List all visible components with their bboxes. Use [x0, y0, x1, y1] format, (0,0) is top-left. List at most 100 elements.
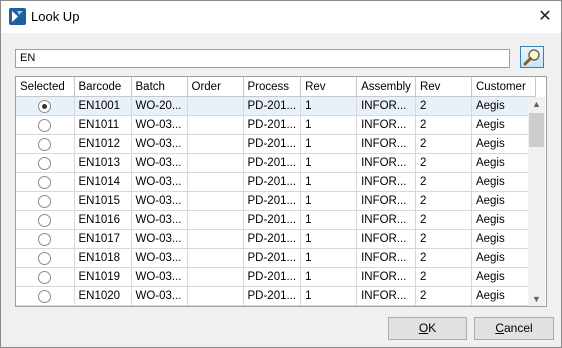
batch-cell[interactable]: WO-03...	[131, 267, 188, 287]
customer-cell[interactable]: Aegis	[471, 248, 536, 268]
column-header-process[interactable]: Process	[243, 77, 302, 97]
batch-cell[interactable]: WO-03...	[131, 286, 188, 306]
selected-cell[interactable]	[16, 134, 75, 154]
process-cell[interactable]: PD-201...	[243, 267, 302, 287]
select-radio[interactable]	[38, 289, 52, 303]
assembly-rev-cell[interactable]: 2	[415, 191, 472, 211]
barcode-cell[interactable]: EN1016	[74, 210, 132, 230]
process-cell[interactable]: PD-201...	[243, 115, 302, 135]
select-radio[interactable]	[38, 137, 52, 151]
assembly-cell[interactable]: INFOR...	[356, 115, 416, 135]
process-cell[interactable]: PD-201...	[243, 153, 302, 173]
assembly-cell[interactable]: INFOR...	[356, 210, 416, 230]
table-row[interactable]: EN1016 WO-03... PD-201... 1 INFOR... 2 Aegis	[16, 210, 536, 230]
rev-cell[interactable]: 1	[300, 134, 358, 154]
order-cell[interactable]	[187, 267, 244, 287]
batch-cell[interactable]: WO-03...	[131, 248, 188, 268]
selected-cell[interactable]	[16, 248, 75, 268]
rev-cell[interactable]: 1	[300, 229, 358, 249]
selected-cell[interactable]	[16, 153, 75, 173]
customer-cell[interactable]: Aegis	[471, 115, 536, 135]
process-cell[interactable]: PD-201...	[243, 191, 302, 211]
batch-cell[interactable]: WO-03...	[131, 191, 188, 211]
batch-cell[interactable]: WO-20...	[131, 96, 188, 116]
order-cell[interactable]	[187, 96, 244, 116]
column-header-order[interactable]: Order	[187, 77, 244, 97]
customer-cell[interactable]: Aegis	[471, 134, 536, 154]
assembly-rev-cell[interactable]: 2	[415, 267, 472, 287]
process-cell[interactable]: PD-201...	[243, 96, 302, 116]
customer-cell[interactable]: Aegis	[471, 191, 536, 211]
order-cell[interactable]	[187, 191, 244, 211]
assembly-rev-cell[interactable]: 2	[415, 286, 472, 306]
rev-cell[interactable]: 1	[300, 210, 358, 230]
scroll-up-icon[interactable]: ▲	[528, 97, 545, 111]
rev-cell[interactable]: 1	[300, 191, 358, 211]
process-cell[interactable]: PD-201...	[243, 134, 302, 154]
assembly-cell[interactable]: INFOR...	[356, 96, 416, 116]
barcode-cell[interactable]: EN1013	[74, 153, 132, 173]
assembly-cell[interactable]: INFOR...	[356, 267, 416, 287]
customer-cell[interactable]: Aegis	[471, 96, 536, 116]
column-header-assembly[interactable]: Assembly	[356, 77, 416, 97]
barcode-cell[interactable]: EN1014	[74, 172, 132, 192]
assembly-cell[interactable]: INFOR...	[356, 153, 416, 173]
search-input[interactable]: EN	[15, 49, 510, 68]
select-radio[interactable]	[38, 194, 52, 208]
selected-cell[interactable]	[16, 286, 75, 306]
rev-cell[interactable]: 1	[300, 267, 358, 287]
order-cell[interactable]	[187, 229, 244, 249]
selected-cell[interactable]	[16, 229, 75, 249]
customer-cell[interactable]: Aegis	[471, 229, 536, 249]
barcode-cell[interactable]: EN1019	[74, 267, 132, 287]
assembly-rev-cell[interactable]: 2	[415, 172, 472, 192]
order-cell[interactable]	[187, 153, 244, 173]
column-header-selected[interactable]: Selected	[16, 77, 75, 97]
barcode-cell[interactable]: EN1018	[74, 248, 132, 268]
table-row[interactable]: EN1020 WO-03... PD-201... 1 INFOR... 2 Aegis	[16, 286, 536, 306]
assembly-rev-cell[interactable]: 2	[415, 229, 472, 249]
order-cell[interactable]	[187, 248, 244, 268]
batch-cell[interactable]: WO-03...	[131, 134, 188, 154]
column-header-assembly-rev[interactable]: Rev	[415, 77, 472, 97]
customer-cell[interactable]: Aegis	[471, 172, 536, 192]
rev-cell[interactable]: 1	[300, 172, 358, 192]
cancel-button[interactable]: Cancel	[474, 317, 554, 340]
barcode-cell[interactable]: EN1012	[74, 134, 132, 154]
table-row[interactable]: EN1019 WO-03... PD-201... 1 INFOR... 2 Aegis	[16, 267, 536, 287]
select-radio[interactable]	[38, 156, 52, 170]
ok-button[interactable]: OK	[388, 317, 467, 340]
order-cell[interactable]	[187, 286, 244, 306]
rev-cell[interactable]: 1	[300, 286, 358, 306]
close-icon[interactable]: ✕	[533, 5, 557, 29]
customer-cell[interactable]: Aegis	[471, 153, 536, 173]
table-row[interactable]: EN1011 WO-03... PD-201... 1 INFOR... 2 Aegis	[16, 115, 536, 135]
scroll-thumb[interactable]	[529, 113, 544, 147]
rev-cell[interactable]: 1	[300, 248, 358, 268]
select-radio[interactable]	[38, 232, 52, 246]
order-cell[interactable]	[187, 134, 244, 154]
select-radio[interactable]	[38, 175, 52, 189]
scroll-down-icon[interactable]: ▼	[528, 292, 545, 306]
batch-cell[interactable]: WO-03...	[131, 153, 188, 173]
process-cell[interactable]: PD-201...	[243, 172, 302, 192]
order-cell[interactable]	[187, 172, 244, 192]
process-cell[interactable]: PD-201...	[243, 229, 302, 249]
customer-cell[interactable]: Aegis	[471, 267, 536, 287]
column-header-barcode[interactable]: Barcode	[74, 77, 132, 97]
batch-cell[interactable]: WO-03...	[131, 229, 188, 249]
selected-cell[interactable]	[16, 210, 75, 230]
assembly-cell[interactable]: INFOR...	[356, 248, 416, 268]
vertical-scrollbar[interactable]: ▲ ▼	[528, 97, 545, 306]
order-cell[interactable]	[187, 210, 244, 230]
assembly-cell[interactable]: INFOR...	[356, 134, 416, 154]
batch-cell[interactable]: WO-03...	[131, 115, 188, 135]
selected-cell[interactable]	[16, 172, 75, 192]
table-row[interactable]: EN1012 WO-03... PD-201... 1 INFOR... 2 Aegis	[16, 134, 536, 154]
batch-cell[interactable]: WO-03...	[131, 210, 188, 230]
assembly-rev-cell[interactable]: 2	[415, 134, 472, 154]
selected-cell[interactable]	[16, 115, 75, 135]
select-radio[interactable]	[38, 118, 52, 132]
select-radio[interactable]	[38, 213, 52, 227]
table-row[interactable]: EN1013 WO-03... PD-201... 1 INFOR... 2 Aegis	[16, 153, 536, 173]
